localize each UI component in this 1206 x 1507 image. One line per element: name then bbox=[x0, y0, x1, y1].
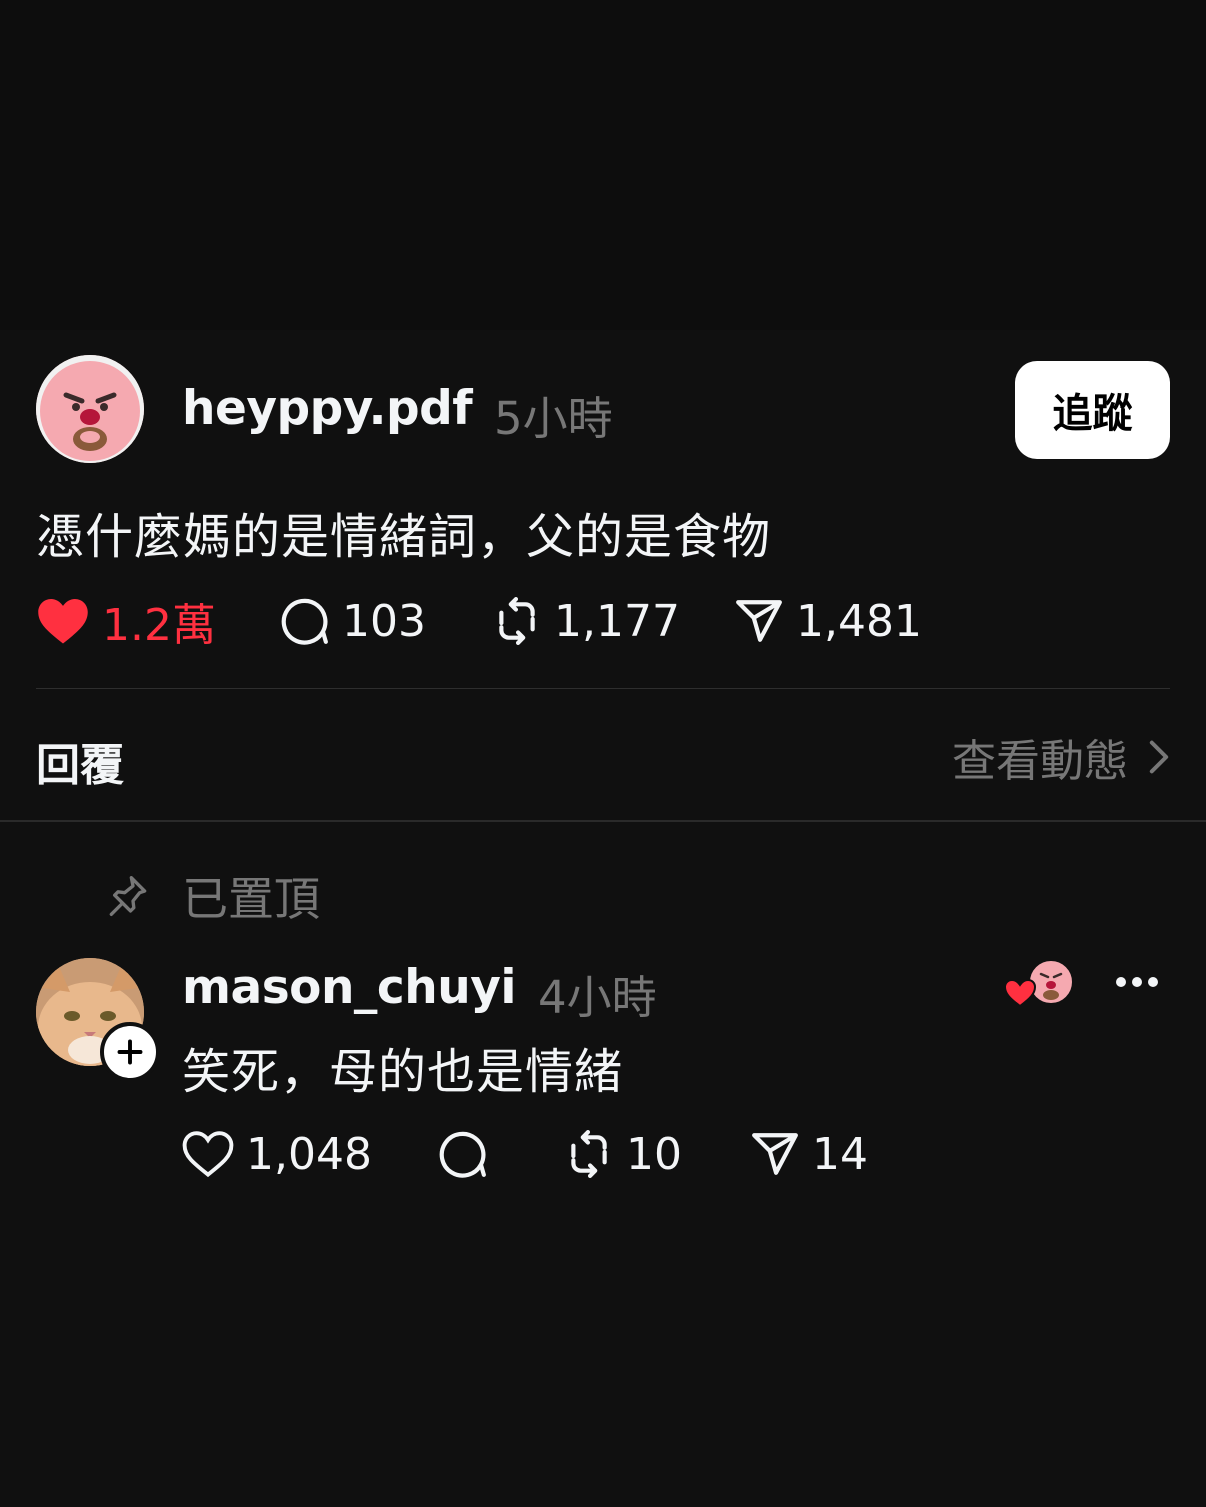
post-text: 憑什麼媽的是情緒詞，父的是食物 bbox=[36, 509, 772, 565]
more-options-button[interactable] bbox=[1112, 970, 1162, 994]
pinned-indicator: 已置頂 bbox=[108, 866, 320, 926]
reply-share-button[interactable]: 14 bbox=[750, 1124, 868, 1184]
replies-header: 回覆 查看動態 bbox=[36, 729, 1170, 791]
pinned-label: 已置頂 bbox=[182, 872, 320, 926]
view-activity-label: 查看動態 bbox=[952, 736, 1128, 787]
like-count: 1.2萬 bbox=[102, 600, 216, 651]
author-username[interactable]: heyppy.pdf bbox=[182, 381, 473, 436]
section-divider bbox=[0, 820, 1206, 822]
chevron-right-icon bbox=[1149, 740, 1169, 774]
reply-author-username[interactable]: mason_chuyi bbox=[182, 960, 516, 1015]
divider bbox=[36, 688, 1170, 689]
view-activity-link[interactable]: 查看動態 bbox=[952, 729, 1170, 787]
comment-button[interactable]: 103 bbox=[280, 591, 426, 651]
paper-plane-icon bbox=[736, 600, 782, 642]
post-actions: 1.2萬 103 1,177 1,481 bbox=[36, 591, 1170, 651]
media-area bbox=[0, 0, 1206, 330]
reply-text: 笑死，母的也是情緒 bbox=[182, 1044, 624, 1100]
reply-repost-button[interactable]: 10 bbox=[564, 1124, 682, 1184]
follow-badge[interactable] bbox=[100, 1022, 160, 1082]
repost-button[interactable]: 1,177 bbox=[492, 591, 680, 651]
reply-like-count: 1,048 bbox=[246, 1128, 372, 1180]
post-header: heyppy.pdf 5小時 追蹤 bbox=[36, 355, 1170, 465]
follow-button[interactable]: 追蹤 bbox=[1015, 361, 1170, 459]
share-button[interactable]: 1,481 bbox=[734, 591, 922, 651]
reply-share-count: 14 bbox=[812, 1128, 868, 1180]
ellipsis-icon bbox=[1116, 977, 1158, 987]
share-count: 1,481 bbox=[796, 595, 922, 647]
speech-bubble-icon bbox=[439, 1131, 486, 1178]
reply-comment-button[interactable] bbox=[438, 1124, 488, 1184]
replies-title: 回覆 bbox=[36, 740, 124, 791]
repost-icon bbox=[571, 1130, 607, 1178]
liked-by-author-indicator bbox=[1003, 958, 1075, 1010]
pin-icon bbox=[109, 876, 147, 916]
repost-icon bbox=[499, 597, 535, 645]
reply-time: 4小時 bbox=[538, 971, 657, 1024]
threads-post-page: heyppy.pdf 5小時 追蹤 憑什麼媽的是情緒詞，父的是食物 1.2萬 1… bbox=[0, 0, 1206, 1507]
speech-bubble-icon bbox=[281, 598, 328, 645]
author-liked-icon bbox=[1003, 959, 1074, 1008]
post-time: 5小時 bbox=[494, 392, 613, 445]
pink-character-avatar-icon bbox=[36, 355, 144, 463]
heart-icon bbox=[38, 598, 88, 644]
plus-icon bbox=[117, 1039, 143, 1065]
comment-count: 103 bbox=[342, 595, 426, 647]
reply-actions: 1,048 10 14 bbox=[182, 1124, 1082, 1184]
repost-count: 1,177 bbox=[554, 595, 680, 647]
heart-outline-icon bbox=[182, 1131, 234, 1178]
like-button[interactable]: 1.2萬 bbox=[36, 591, 216, 651]
reply-repost-count: 10 bbox=[626, 1128, 682, 1180]
author-avatar[interactable] bbox=[36, 355, 144, 463]
paper-plane-icon bbox=[752, 1133, 798, 1175]
reply-like-button[interactable]: 1,048 bbox=[182, 1124, 372, 1184]
